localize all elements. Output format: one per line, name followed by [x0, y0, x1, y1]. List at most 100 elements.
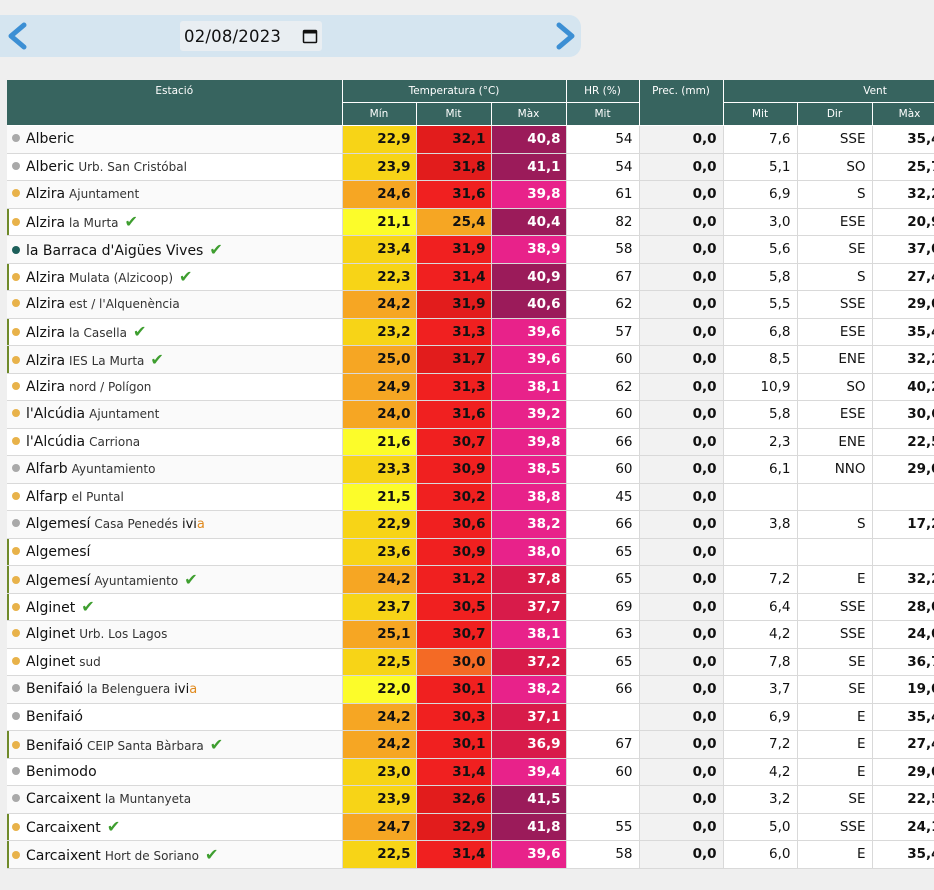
station-cell[interactable]: Alginet ✔	[7, 593, 343, 621]
table-row[interactable]: Alfarp el Puntal 21,5 30,2 38,8 45 0,0	[7, 483, 934, 511]
wind-mit-cell	[723, 538, 798, 566]
prec-cell: 0,0	[639, 730, 724, 759]
table-row[interactable]: Algemesí Casa Penedés ivia 22,9 30,6 38,2 66 0,…	[7, 510, 934, 539]
table-row[interactable]: Alfarb Ayuntamiento 23,3 30,9 38,5 60 0,0 6,1 NN…	[7, 455, 934, 484]
calendar-icon[interactable]	[302, 28, 318, 44]
stations-table: Estació Temperatura (°C) HR (%) Prec. (m…	[7, 80, 934, 869]
temp-min-cell: 21,1	[342, 208, 417, 236]
station-subname: la Casella	[69, 326, 127, 341]
station-cell[interactable]: la Barraca d'Aigües Vives ✔	[7, 235, 343, 264]
station-cell[interactable]: Benimodo	[7, 758, 343, 786]
hr-cell: 69	[566, 593, 640, 621]
station-cell[interactable]: Benifaió CEIP Santa Bàrbara ✔	[7, 730, 343, 759]
wind-dir-cell: ENE	[797, 345, 873, 374]
wind-max-cell: 35,4	[872, 703, 934, 731]
table-row[interactable]: Benimodo 23,031,439,4600,04,2E29,0	[7, 758, 934, 786]
table-row[interactable]: l'Alcúdia Carriona 21,6 30,7 39,8 66 0,0 2,3 ENE…	[7, 428, 934, 456]
table-row[interactable]: Alginetsud22,530,037,2650,07,8SE36,7	[7, 648, 934, 676]
header-wind: Vent	[723, 80, 934, 103]
station-cell[interactable]: Alzira la Casella ✔	[7, 318, 343, 346]
temp-max-cell: 40,9	[491, 263, 567, 291]
station-cell[interactable]: Algemesí Ayuntamiento ✔	[7, 565, 343, 594]
table-row[interactable]: Alginet ✔ 23,730,537,7690,06,4SSE28,0	[7, 593, 934, 621]
table-row[interactable]: la Barraca d'Aigües Vives ✔ 23,4 31,9 38,9 58…	[7, 235, 934, 264]
previous-day-arrow-icon[interactable]	[2, 20, 32, 52]
hr-cell	[566, 703, 640, 731]
table-row[interactable]: Benifaió 24,230,337,1 0,06,9E35,4	[7, 703, 934, 731]
table-row[interactable]: Alzira IES La Murta ✔ 25,0 31,7 39,6 60 0,0 8,5 E…	[7, 345, 934, 374]
temp-max-cell: 38,8	[491, 483, 567, 511]
prec-cell: 0,0	[639, 510, 724, 539]
table-row[interactable]: Benifaió CEIP Santa Bàrbara ✔ 24,2 30,1 36,9 6…	[7, 730, 934, 759]
temp-min-cell: 22,9	[342, 510, 417, 539]
table-row[interactable]: l'Alcúdia Ajuntament 24,0 31,6 39,2 60 0,0 5,8 E…	[7, 400, 934, 429]
station-cell[interactable]: Alzira est / l'Alquenència	[7, 290, 343, 319]
station-cell[interactable]: Carcaixent Hort de Soriano ✔	[7, 840, 343, 869]
status-dot-icon	[12, 603, 20, 612]
table-row[interactable]: Alzira la Casella ✔ 23,2 31,3 39,6 57 0,0 6,8 ESE…	[7, 318, 934, 346]
wind-max-cell: 35,4	[872, 125, 934, 154]
table-row[interactable]: Carcaixent ✔ 24,732,941,8550,05,0SSE24,1	[7, 813, 934, 841]
prec-cell: 0,0	[639, 455, 724, 484]
table-row[interactable]: Benifaió la Belenguera ivia 22,0 30,1 38,2 66 0…	[7, 675, 934, 704]
date-picker-input[interactable]: 02/08/2023	[180, 21, 322, 51]
wind-max-cell	[872, 538, 934, 566]
wind-mit-cell: 2,3	[723, 428, 798, 456]
status-dot-icon	[12, 381, 20, 390]
hr-cell: 54	[566, 153, 640, 181]
temp-min-cell: 24,2	[342, 290, 417, 319]
station-cell[interactable]: Alzira IES La Murta ✔	[7, 345, 343, 374]
temp-max-cell: 39,6	[491, 318, 567, 346]
station-cell[interactable]: Alberic Urb. San Cristóbal	[7, 153, 343, 181]
prec-cell: 0,0	[639, 483, 724, 511]
prec-cell: 0,0	[639, 180, 724, 209]
station-cell[interactable]: Carcaixent ✔	[7, 813, 343, 841]
station-cell[interactable]: Benifaió la Belenguera ivia	[7, 675, 343, 704]
station-cell[interactable]: l'Alcúdia Carriona	[7, 428, 343, 456]
temp-mit-cell: 31,8	[416, 153, 492, 181]
table-row[interactable]: Algemesí 23,6 30,9 38,0 65 0,0	[7, 538, 934, 566]
station-subname: CEIP Santa Bàrbara	[86, 738, 204, 753]
station-cell[interactable]: Alberic	[7, 125, 343, 154]
table-row[interactable]: Alberic 22,932,140,8540,07,6SSE35,4	[7, 125, 934, 154]
table-row[interactable]: Alginet Urb. Los Lagos 25,1 30,7 38,1 63 0,0 4,…	[7, 620, 934, 649]
prec-cell: 0,0	[639, 813, 724, 841]
table-row[interactable]: Algemesí Ayuntamiento ✔ 24,2 31,2 37,8 65 0,0 7,…	[7, 565, 934, 594]
station-cell[interactable]: l'Alcúdia Ajuntament	[7, 400, 343, 429]
temp-mit-cell: 31,6	[416, 400, 492, 429]
next-day-arrow-icon[interactable]	[551, 20, 581, 52]
station-cell[interactable]: Alzira la Murta ✔	[7, 208, 343, 236]
wind-mit-cell: 4,2	[723, 758, 798, 786]
station-cell[interactable]: Algemesí Casa Penedés ivia	[7, 510, 343, 539]
station-cell[interactable]: Alfarb Ayuntamiento	[7, 455, 343, 484]
station-cell[interactable]: Alginet Urb. Los Lagos	[7, 620, 343, 649]
table-row[interactable]: Alzira la Murta ✔ 21,1 25,4 40,4 82 0,0 3,0 ESE 20…	[7, 208, 934, 236]
table-row[interactable]: Alzira Ajuntament 24,6 31,6 39,8 61 0,0 6,9 S 32,…	[7, 180, 934, 209]
table-row[interactable]: Alzira Mulata (Alzicoop) ✔ 22,3 31,4 40,9 67 0,…	[7, 263, 934, 291]
prec-cell: 0,0	[639, 318, 724, 346]
status-dot-icon	[12, 161, 20, 170]
station-cell[interactable]: Benifaió	[7, 703, 343, 731]
station-cell[interactable]: Alzira Ajuntament	[7, 180, 343, 209]
station-subname: la Murta	[69, 216, 119, 231]
table-row[interactable]: Alberic Urb. San Cristóbal 23,9 31,8 41,1 54 0…	[7, 153, 934, 181]
station-cell[interactable]: Alginet sud	[7, 648, 343, 676]
hr-cell: 61	[566, 180, 640, 209]
table-row[interactable]: Carcaixent la Muntanyeta 23,9 32,6 41,5 0,0 3,…	[7, 785, 934, 814]
temp-max-cell: 38,1	[491, 620, 567, 649]
station-cell[interactable]: Carcaixent la Muntanyeta	[7, 785, 343, 814]
temp-max-cell: 38,9	[491, 235, 567, 264]
temp-max-cell: 38,2	[491, 510, 567, 539]
station-subname: Urb. Los Lagos	[79, 627, 168, 642]
station-cell[interactable]: Alfarp el Puntal	[7, 483, 343, 511]
station-cell[interactable]: Alzira nord / Polígon	[7, 373, 343, 401]
status-dot-icon	[12, 189, 20, 198]
station-cell[interactable]: Algemesí	[7, 538, 343, 566]
status-dot-icon	[12, 245, 20, 254]
station-cell[interactable]: Alzira Mulata (Alzicoop) ✔	[7, 263, 343, 291]
temp-max-cell: 41,8	[491, 813, 567, 841]
table-row[interactable]: Carcaixent Hort de Soriano ✔ 22,5 31,4 39,6 58…	[7, 840, 934, 869]
table-row[interactable]: Alzira est / l'Alquenència 24,2 31,9 40,6 62 0…	[7, 290, 934, 319]
temp-max-cell: 37,1	[491, 703, 567, 731]
table-row[interactable]: Alzira nord / Polígon 24,9 31,3 38,1 62 0,0 10,…	[7, 373, 934, 401]
